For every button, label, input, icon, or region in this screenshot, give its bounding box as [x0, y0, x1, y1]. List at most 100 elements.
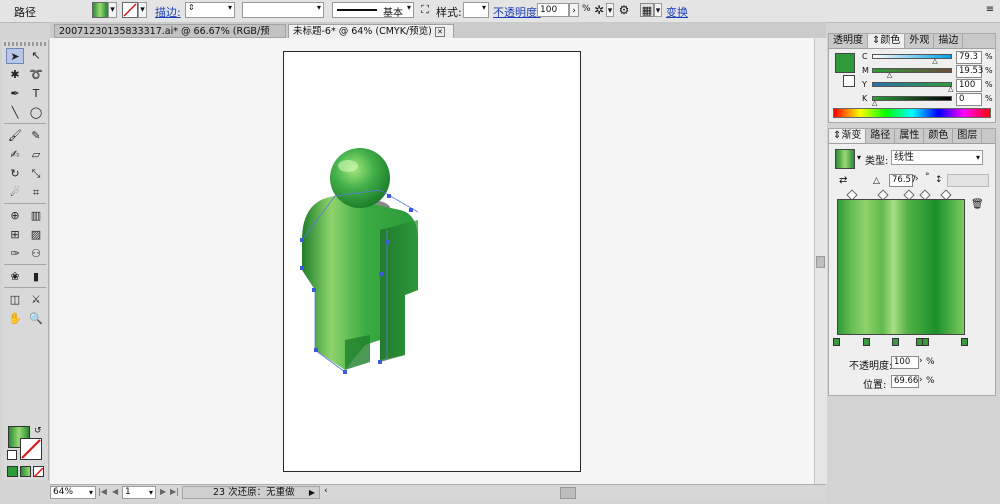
anchor-point[interactable]	[387, 194, 391, 198]
next-page-icon[interactable]: ▶	[160, 487, 166, 496]
tab-color-2[interactable]: 颜色	[924, 129, 954, 143]
stop-opacity-arrow-icon[interactable]: ›	[919, 356, 923, 366]
channel-input-y[interactable]: 100	[956, 79, 982, 92]
stroke-color-box[interactable]	[20, 438, 42, 460]
recolor-artwork-icon[interactable]: ✲	[592, 3, 606, 17]
direct-selection-tool-icon[interactable]: ↖	[27, 48, 45, 64]
scroll-left-icon[interactable]: ‹	[324, 486, 328, 496]
color-stop[interactable]	[922, 338, 929, 346]
tab-stroke[interactable]: 描边	[934, 34, 964, 48]
tab-transparency[interactable]: 透明度	[829, 34, 868, 48]
brush-definition-field[interactable]: 基本 ▾	[332, 2, 414, 19]
anchor-point[interactable]	[386, 240, 390, 244]
gradient-mode-icon[interactable]	[20, 466, 31, 477]
channel-slider-m[interactable]	[872, 68, 952, 73]
last-page-icon[interactable]: ▶|	[170, 487, 179, 496]
none-mode-icon[interactable]	[33, 466, 44, 478]
undo-status-field[interactable]: 23 次还原：无重做 ▶	[182, 486, 320, 499]
slice-tool-icon[interactable]: ⚔	[27, 292, 45, 308]
location-input[interactable]: 69.66	[891, 375, 919, 388]
color-stop[interactable]	[961, 338, 968, 346]
reverse-gradient-icon[interactable]: ⇄	[839, 175, 851, 187]
ellipse-tool-icon[interactable]: ◯	[27, 105, 45, 121]
fill-swatch[interactable]	[92, 2, 108, 18]
channel-input-c[interactable]: 79.3	[956, 51, 982, 64]
tab-gradient[interactable]: ⇕渐变	[829, 129, 867, 143]
channel-slider-c[interactable]	[872, 54, 952, 59]
blend-tool-icon[interactable]: ⚇	[27, 246, 45, 262]
settings-gear-icon[interactable]: ⚙	[617, 3, 631, 17]
gradient-preset-dropdown-icon[interactable]: ▾	[857, 153, 861, 162]
hand-tool-icon[interactable]: ✋	[6, 311, 24, 327]
blob-brush-tool-icon[interactable]: ✍	[6, 147, 24, 163]
tab-appearance[interactable]: 外观	[905, 34, 935, 48]
anchor-point[interactable]	[379, 272, 383, 276]
channel-slider-handle[interactable]: △	[872, 100, 877, 107]
tab-layers[interactable]: 图层	[953, 129, 983, 143]
line-tool-icon[interactable]: ╲	[6, 105, 24, 121]
color-stop[interactable]	[833, 338, 840, 346]
magic-wand-tool-icon[interactable]: ✱	[6, 67, 24, 83]
channel-slider-k[interactable]	[872, 96, 952, 101]
graphic-style-field[interactable]: ▾	[463, 2, 489, 18]
perspective-grid-tool-icon[interactable]: ▥	[27, 208, 45, 224]
selection-tool-icon[interactable]: ➤	[6, 48, 24, 64]
channel-slider-handle[interactable]: △	[932, 58, 937, 65]
default-colors-icon[interactable]	[7, 450, 17, 460]
page-field[interactable]: 1 ▾	[122, 486, 156, 499]
warp-tool-icon[interactable]: ☄	[6, 185, 24, 201]
tab-color[interactable]: ⇕颜色	[868, 34, 906, 48]
vertical-scrollbar[interactable]	[814, 38, 827, 484]
anchor-point[interactable]	[343, 370, 347, 374]
recolor-dropdown-icon[interactable]: ▾	[606, 3, 614, 17]
stroke-swatch-small[interactable]	[843, 75, 855, 87]
pencil-tool-icon[interactable]: ✎	[27, 128, 45, 144]
color-spectrum-bar[interactable]	[833, 108, 991, 118]
tab-document-2[interactable]: 未标题-6* @ 64% (CMYK/预览) ✕	[288, 24, 454, 38]
paintbrush-tool-icon[interactable]: 🖌	[6, 128, 24, 144]
anchor-point[interactable]	[300, 266, 304, 270]
fill-dropdown-icon[interactable]: ▾	[108, 2, 117, 18]
free-transform-tool-icon[interactable]: ⌗	[27, 185, 45, 201]
opacity-link[interactable]: 不透明度:	[493, 4, 541, 20]
delete-stop-icon[interactable]: 🗑	[971, 199, 984, 210]
horizontal-scroll-thumb[interactable]	[560, 487, 576, 499]
active-fill-swatch[interactable]	[835, 53, 855, 73]
symbol-sprayer-tool-icon[interactable]: ❀	[6, 269, 24, 285]
gradient-type-select[interactable]: 线性 ▾	[891, 150, 983, 165]
color-stop[interactable]	[892, 338, 899, 346]
stroke-link[interactable]: 描边:	[155, 4, 181, 20]
artboard-tool-icon[interactable]: ◫	[6, 292, 24, 308]
anchor-point[interactable]	[312, 288, 316, 292]
shape-builder-tool-icon[interactable]: ⊕	[6, 208, 24, 224]
eyedropper-tool-icon[interactable]: ✑	[6, 246, 24, 262]
stroke-swatch[interactable]	[122, 2, 138, 18]
anchor-point[interactable]	[378, 360, 382, 364]
first-page-icon[interactable]: |◀	[98, 487, 107, 496]
angle-input[interactable]: 76.57	[889, 174, 916, 187]
panel-grip[interactable]	[4, 42, 46, 46]
channel-input-m[interactable]: 19.53	[956, 65, 983, 78]
gradient-tool-icon[interactable]: ▨	[27, 227, 45, 243]
location-arrow-icon[interactable]: ›	[919, 375, 923, 385]
gradient-preview-ramp[interactable]	[837, 199, 965, 335]
stroke-weight-field[interactable]: ⇕ ▾	[185, 2, 235, 18]
lasso-tool-icon[interactable]: ➰	[27, 67, 45, 83]
scroll-thumb[interactable]	[816, 256, 825, 268]
opacity-arrow-icon[interactable]: ›	[569, 3, 579, 17]
swap-colors-icon[interactable]: ↺	[34, 426, 44, 436]
opacity-input[interactable]: 100	[537, 3, 569, 17]
rotate-tool-icon[interactable]: ↻	[6, 166, 24, 182]
align-to-grid-icon[interactable]: ⛶	[418, 3, 432, 17]
angle-arrow-icon[interactable]: ›	[915, 174, 919, 184]
color-stop[interactable]	[863, 338, 870, 346]
channel-slider-y[interactable]	[872, 82, 952, 87]
stroke-dropdown-icon[interactable]: ▾	[138, 2, 147, 18]
variable-width-profile-field[interactable]: ▾	[242, 2, 324, 18]
align-dropdown-icon[interactable]: ▾	[654, 3, 662, 17]
column-graph-tool-icon[interactable]: ▮	[27, 269, 45, 285]
eraser-tool-icon[interactable]: ▱	[27, 147, 45, 163]
tab-pathfinder[interactable]: 路径	[866, 129, 896, 143]
transform-link[interactable]: 变换	[666, 4, 688, 20]
stop-opacity-input[interactable]: 100	[891, 356, 919, 369]
